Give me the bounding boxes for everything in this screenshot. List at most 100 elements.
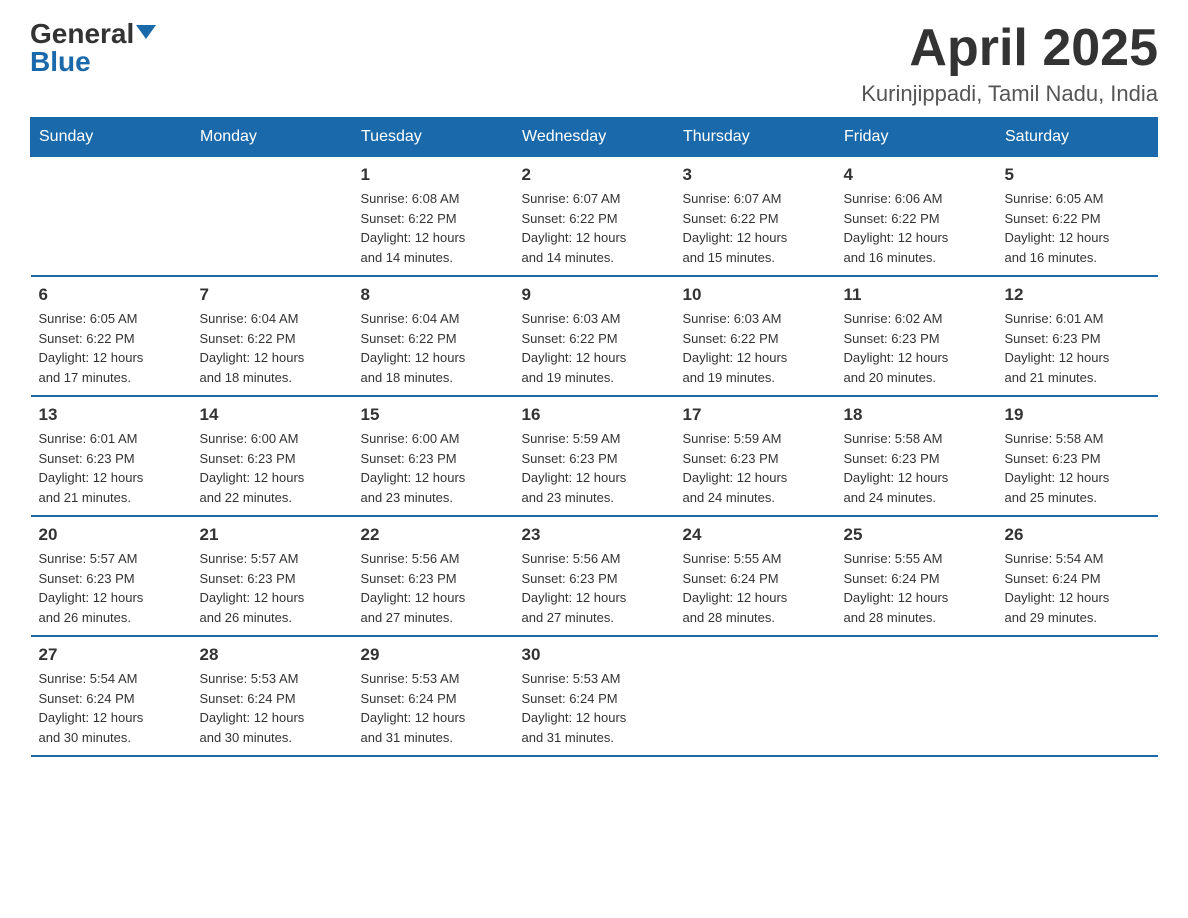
calendar-cell: 2 Sunrise: 6:07 AM Sunset: 6:22 PM Daylig… [514, 157, 675, 277]
calendar-cell [675, 636, 836, 756]
day-number: 12 [1005, 285, 1150, 305]
calendar-week-row: 1 Sunrise: 6:08 AM Sunset: 6:22 PM Daylig… [31, 157, 1158, 277]
day-number: 20 [39, 525, 184, 545]
day-number: 30 [522, 645, 667, 665]
day-number: 27 [39, 645, 184, 665]
calendar-cell: 17Sunrise: 5:59 AM Sunset: 6:23 PM Dayli… [675, 396, 836, 516]
calendar-cell [192, 157, 353, 277]
calendar-cell: 25Sunrise: 5:55 AM Sunset: 6:24 PM Dayli… [836, 516, 997, 636]
day-info: Sunrise: 6:01 AM Sunset: 6:23 PM Dayligh… [1005, 309, 1150, 387]
logo-general-text: General [30, 20, 134, 48]
day-number: 25 [844, 525, 989, 545]
calendar-cell: 10 Sunrise: 6:03 AM Sunset: 6:22 PM Dayli… [675, 276, 836, 396]
day-info: Sunrise: 5:56 AM Sunset: 6:23 PM Dayligh… [361, 549, 506, 627]
calendar-cell: 21Sunrise: 5:57 AM Sunset: 6:23 PM Dayli… [192, 516, 353, 636]
calendar-cell: 8 Sunrise: 6:04 AM Sunset: 6:22 PM Daylig… [353, 276, 514, 396]
day-info: Sunrise: 6:02 AM Sunset: 6:23 PM Dayligh… [844, 309, 989, 387]
calendar-cell: 6Sunrise: 6:05 AM Sunset: 6:22 PM Daylig… [31, 276, 192, 396]
calendar-cell: 9 Sunrise: 6:03 AM Sunset: 6:22 PM Daylig… [514, 276, 675, 396]
day-info: Sunrise: 6:08 AM Sunset: 6:22 PM Dayligh… [361, 189, 506, 267]
day-number: 11 [844, 285, 989, 305]
calendar-cell: 19 Sunrise: 5:58 AM Sunset: 6:23 PM Dayli… [997, 396, 1158, 516]
day-number: 22 [361, 525, 506, 545]
calendar-week-row: 6Sunrise: 6:05 AM Sunset: 6:22 PM Daylig… [31, 276, 1158, 396]
calendar-cell: 28 Sunrise: 5:53 AM Sunset: 6:24 PM Dayli… [192, 636, 353, 756]
calendar-cell: 16 Sunrise: 5:59 AM Sunset: 6:23 PM Dayli… [514, 396, 675, 516]
day-info: Sunrise: 6:05 AM Sunset: 6:22 PM Dayligh… [1005, 189, 1150, 267]
day-info: Sunrise: 6:00 AM Sunset: 6:23 PM Dayligh… [361, 429, 506, 507]
calendar-cell: 15 Sunrise: 6:00 AM Sunset: 6:23 PM Dayli… [353, 396, 514, 516]
day-info: Sunrise: 6:04 AM Sunset: 6:22 PM Dayligh… [200, 309, 345, 387]
day-info: Sunrise: 5:58 AM Sunset: 6:23 PM Dayligh… [844, 429, 989, 507]
day-info: Sunrise: 6:03 AM Sunset: 6:22 PM Dayligh… [522, 309, 667, 387]
day-number: 28 [200, 645, 345, 665]
day-number: 14 [200, 405, 345, 425]
day-number: 26 [1005, 525, 1150, 545]
day-number: 1 [361, 165, 506, 185]
day-number: 21 [200, 525, 345, 545]
day-info: Sunrise: 5:57 AM Sunset: 6:23 PM Dayligh… [39, 549, 184, 627]
calendar-cell: 26 Sunrise: 5:54 AM Sunset: 6:24 PM Dayli… [997, 516, 1158, 636]
day-info: Sunrise: 6:07 AM Sunset: 6:22 PM Dayligh… [522, 189, 667, 267]
day-info: Sunrise: 5:59 AM Sunset: 6:23 PM Dayligh… [683, 429, 828, 507]
day-info: Sunrise: 5:54 AM Sunset: 6:24 PM Dayligh… [39, 669, 184, 747]
calendar-cell [31, 157, 192, 277]
location-title: Kurinjippadi, Tamil Nadu, India [861, 81, 1158, 107]
day-info: Sunrise: 5:53 AM Sunset: 6:24 PM Dayligh… [200, 669, 345, 747]
calendar-header-monday: Monday [192, 118, 353, 157]
day-number: 2 [522, 165, 667, 185]
day-info: Sunrise: 6:06 AM Sunset: 6:22 PM Dayligh… [844, 189, 989, 267]
day-number: 10 [683, 285, 828, 305]
calendar-cell: 27 Sunrise: 5:54 AM Sunset: 6:24 PM Dayli… [31, 636, 192, 756]
day-info: Sunrise: 6:03 AM Sunset: 6:22 PM Dayligh… [683, 309, 828, 387]
page-header: General Blue April 2025 Kurinjippadi, Ta… [30, 20, 1158, 107]
day-info: Sunrise: 5:53 AM Sunset: 6:24 PM Dayligh… [522, 669, 667, 747]
day-number: 23 [522, 525, 667, 545]
logo-blue-text: Blue [30, 48, 91, 76]
day-number: 18 [844, 405, 989, 425]
day-info: Sunrise: 5:55 AM Sunset: 6:24 PM Dayligh… [683, 549, 828, 627]
day-info: Sunrise: 6:01 AM Sunset: 6:23 PM Dayligh… [39, 429, 184, 507]
calendar-header-wednesday: Wednesday [514, 118, 675, 157]
calendar-cell: 30 Sunrise: 5:53 AM Sunset: 6:24 PM Dayli… [514, 636, 675, 756]
calendar-header-saturday: Saturday [997, 118, 1158, 157]
day-number: 5 [1005, 165, 1150, 185]
month-title: April 2025 [861, 20, 1158, 77]
calendar-header-thursday: Thursday [675, 118, 836, 157]
calendar-week-row: 20 Sunrise: 5:57 AM Sunset: 6:23 PM Dayli… [31, 516, 1158, 636]
day-info: Sunrise: 5:58 AM Sunset: 6:23 PM Dayligh… [1005, 429, 1150, 507]
day-info: Sunrise: 5:56 AM Sunset: 6:23 PM Dayligh… [522, 549, 667, 627]
day-number: 9 [522, 285, 667, 305]
day-number: 16 [522, 405, 667, 425]
day-number: 19 [1005, 405, 1150, 425]
day-number: 8 [361, 285, 506, 305]
calendar-cell [997, 636, 1158, 756]
day-number: 29 [361, 645, 506, 665]
calendar-week-row: 27 Sunrise: 5:54 AM Sunset: 6:24 PM Dayli… [31, 636, 1158, 756]
title-section: April 2025 Kurinjippadi, Tamil Nadu, Ind… [861, 20, 1158, 107]
day-number: 24 [683, 525, 828, 545]
day-info: Sunrise: 6:04 AM Sunset: 6:22 PM Dayligh… [361, 309, 506, 387]
calendar-cell: 12 Sunrise: 6:01 AM Sunset: 6:23 PM Dayli… [997, 276, 1158, 396]
calendar-cell: 4Sunrise: 6:06 AM Sunset: 6:22 PM Daylig… [836, 157, 997, 277]
day-number: 15 [361, 405, 506, 425]
day-number: 7 [200, 285, 345, 305]
calendar-cell: 1 Sunrise: 6:08 AM Sunset: 6:22 PM Daylig… [353, 157, 514, 277]
day-info: Sunrise: 6:00 AM Sunset: 6:23 PM Dayligh… [200, 429, 345, 507]
calendar-cell [836, 636, 997, 756]
calendar-week-row: 13Sunrise: 6:01 AM Sunset: 6:23 PM Dayli… [31, 396, 1158, 516]
calendar-cell: 14 Sunrise: 6:00 AM Sunset: 6:23 PM Dayli… [192, 396, 353, 516]
calendar-cell: 13Sunrise: 6:01 AM Sunset: 6:23 PM Dayli… [31, 396, 192, 516]
day-info: Sunrise: 5:53 AM Sunset: 6:24 PM Dayligh… [361, 669, 506, 747]
calendar-cell: 5 Sunrise: 6:05 AM Sunset: 6:22 PM Daylig… [997, 157, 1158, 277]
day-info: Sunrise: 6:07 AM Sunset: 6:22 PM Dayligh… [683, 189, 828, 267]
calendar-cell: 22 Sunrise: 5:56 AM Sunset: 6:23 PM Dayli… [353, 516, 514, 636]
logo-arrow-icon [136, 25, 156, 39]
calendar-header-row: SundayMondayTuesdayWednesdayThursdayFrid… [31, 118, 1158, 157]
calendar-cell: 20 Sunrise: 5:57 AM Sunset: 6:23 PM Dayli… [31, 516, 192, 636]
calendar-cell: 11 Sunrise: 6:02 AM Sunset: 6:23 PM Dayli… [836, 276, 997, 396]
day-info: Sunrise: 5:59 AM Sunset: 6:23 PM Dayligh… [522, 429, 667, 507]
day-info: Sunrise: 6:05 AM Sunset: 6:22 PM Dayligh… [39, 309, 184, 387]
day-info: Sunrise: 5:54 AM Sunset: 6:24 PM Dayligh… [1005, 549, 1150, 627]
calendar-table: SundayMondayTuesdayWednesdayThursdayFrid… [30, 117, 1158, 757]
